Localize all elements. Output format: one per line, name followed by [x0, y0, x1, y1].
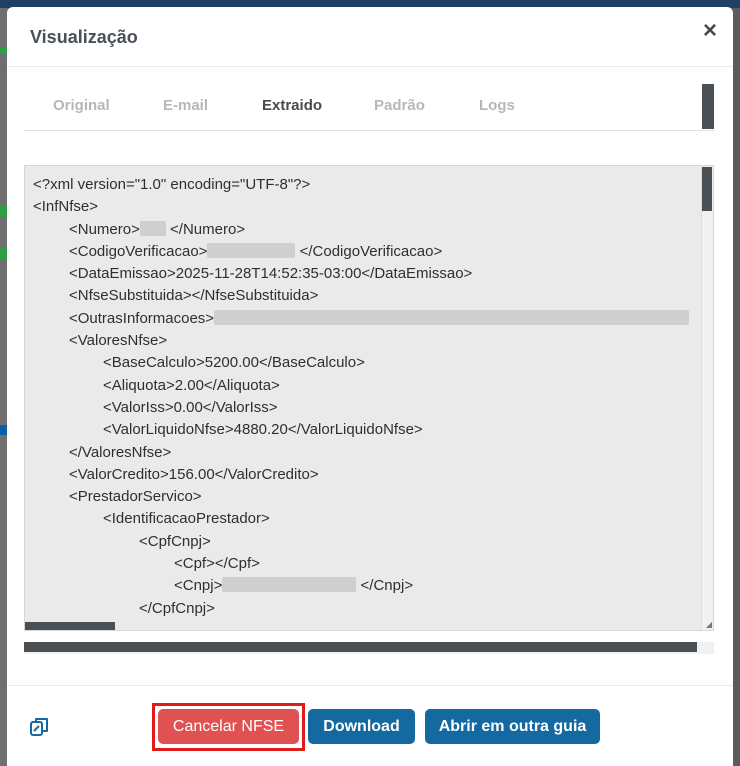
modal-footer: Cancelar NFSE Download Abrir em outra gu…	[7, 685, 733, 766]
redacted-value	[214, 309, 690, 325]
xml-line: <Aliquota>2.00</Aliquota>	[103, 376, 280, 394]
xml-line: </CpfCnpj>	[139, 599, 215, 617]
xml-line: <CodigoVerificacao> </CodigoVerificacao>	[69, 242, 443, 260]
xml-line: <Cnpj> </Cnpj>	[174, 577, 414, 595]
copy-icon[interactable]	[29, 716, 51, 738]
tab-padrao[interactable]: Padrão	[374, 97, 425, 114]
xml-content: <?xml version="1.0" encoding="UTF-8"?> <…	[33, 174, 703, 620]
xml-line: <Numero> </Numero>	[69, 220, 246, 238]
modal-header: Visualização ×	[7, 7, 733, 67]
horizontal-scroll-thumb[interactable]	[24, 642, 697, 652]
download-button[interactable]: Download	[308, 709, 415, 744]
xml-line: <Cpf></Cpf>	[174, 555, 260, 573]
tab-original[interactable]: Original	[53, 97, 110, 114]
tab-logs[interactable]: Logs	[479, 97, 515, 114]
horizontal-scroll-thumb[interactable]	[25, 622, 115, 630]
resize-grip-icon[interactable]: ◢	[706, 620, 712, 629]
vertical-scrollbar[interactable]	[701, 166, 713, 630]
vertical-scroll-thumb[interactable]	[702, 167, 712, 211]
tab-email[interactable]: E-mail	[163, 97, 208, 114]
open-new-tab-button[interactable]: Abrir em outra guia	[425, 709, 600, 744]
tabs-scrollbar[interactable]	[702, 84, 714, 129]
xml-line: <ValorLiquidoNfse>4880.20</ValorLiquidoN…	[103, 421, 423, 439]
visualization-modal: Visualização × Original E-mail Extraido …	[7, 7, 733, 766]
xml-line: <NfseSubstituida></NfseSubstituida>	[69, 287, 319, 305]
xml-line: <ValoresNfse>	[69, 332, 168, 350]
xml-line: <CpfCnpj>	[139, 532, 211, 550]
xml-line: <ValorIss>0.00</ValorIss>	[103, 398, 278, 416]
cancel-nfse-button[interactable]: Cancelar NFSE	[158, 709, 299, 744]
xml-line: <IdentificacaoPrestador>	[103, 510, 270, 528]
xml-line: <BaseCalculo>5200.00</BaseCalculo>	[103, 354, 365, 372]
xml-line: <?xml version="1.0" encoding="UTF-8"?>	[33, 176, 311, 193]
xml-line: <DataEmissao>2025-11-28T14:52:35-03:00</…	[69, 265, 473, 283]
xml-viewer[interactable]: <?xml version="1.0" encoding="UTF-8"?> <…	[24, 165, 714, 631]
redacted-value	[139, 220, 166, 236]
close-button[interactable]: ×	[703, 19, 717, 43]
xml-line: </ValoresNfse>	[69, 443, 172, 461]
tab-extraido[interactable]: Extraido	[262, 97, 322, 114]
redacted-value	[222, 577, 357, 593]
xml-line: <PrestadorServico>	[69, 488, 202, 506]
modal-title: Visualização	[30, 27, 138, 47]
redacted-value	[207, 242, 296, 258]
xml-line: <InfNfse>	[33, 198, 99, 216]
xml-line: <OutrasInformacoes>	[33, 308, 703, 330]
xml-line: <ValorCredito>156.00</ValorCredito>	[69, 465, 319, 483]
tab-bar: Original E-mail Extraido Padrão Logs	[24, 85, 714, 131]
horizontal-scrollbar[interactable]	[24, 642, 714, 654]
